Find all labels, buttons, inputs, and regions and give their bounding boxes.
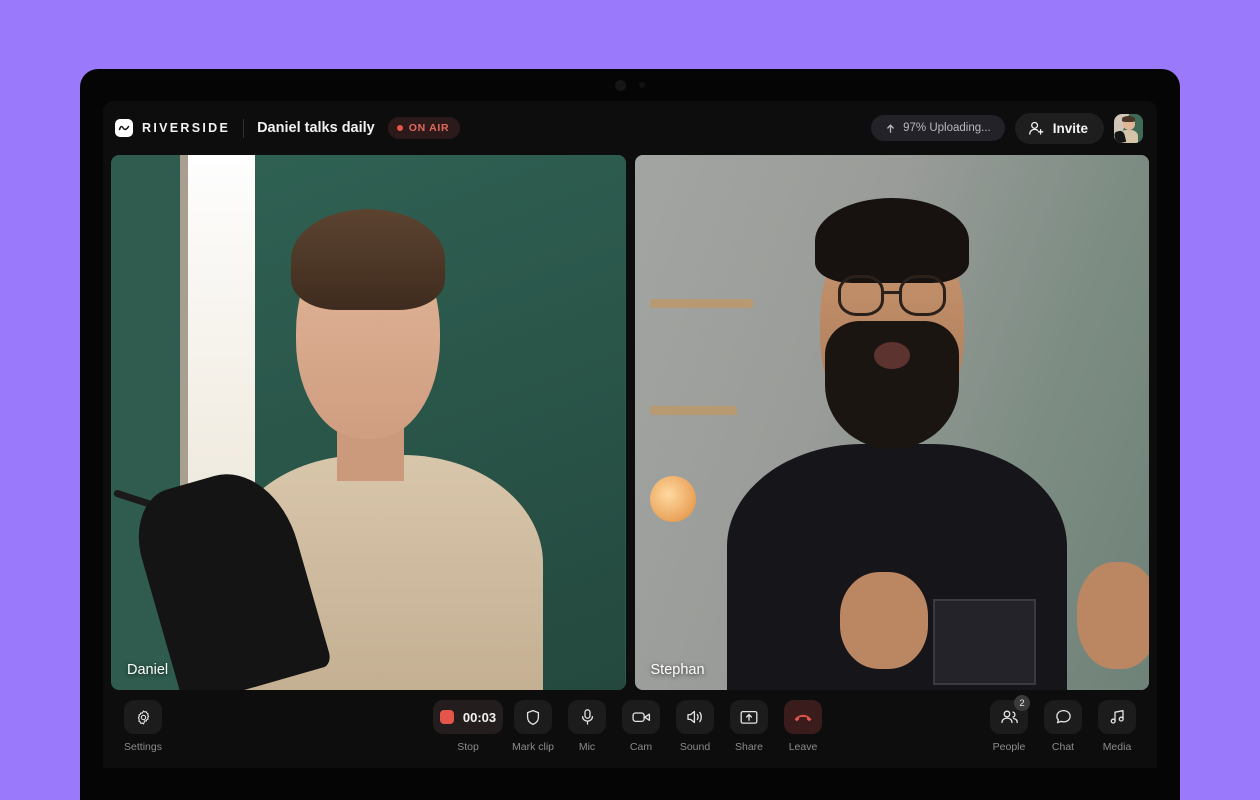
mic-label: Mic xyxy=(579,741,595,753)
upload-status: 97% Uploading... xyxy=(871,115,1005,141)
invite-label: Invite xyxy=(1053,121,1088,136)
share-label: Share xyxy=(735,741,763,753)
tile-bg-box xyxy=(933,599,1036,685)
cam-label: Cam xyxy=(630,741,652,753)
waveform-icon xyxy=(115,119,133,137)
gear-icon xyxy=(124,700,162,734)
speech-bubble-icon xyxy=(1044,700,1082,734)
tile-bg-shelf xyxy=(650,299,753,308)
control-bar: Settings 00:03 Stop xyxy=(103,690,1157,768)
video-tile-daniel[interactable]: Daniel xyxy=(111,155,626,690)
brand-name: RIVERSIDE xyxy=(142,121,230,135)
header-divider xyxy=(243,119,244,138)
participant-glasses-left xyxy=(838,275,884,315)
settings-button[interactable]: Settings xyxy=(117,700,169,753)
people-count-badge: 2 xyxy=(1014,695,1030,711)
control-group-center: 00:03 Stop Mark clip xyxy=(431,700,829,753)
upload-status-text: 97% Uploading... xyxy=(903,122,991,134)
sound-label: Sound xyxy=(680,741,710,753)
participant-hand-left xyxy=(840,572,927,668)
chat-label: Chat xyxy=(1052,741,1074,753)
people-button[interactable]: 2 People xyxy=(983,700,1035,753)
riverside-logo[interactable]: RIVERSIDE xyxy=(115,119,230,137)
video-tile-stephan[interactable]: Stephan xyxy=(635,155,1150,690)
people-label: People xyxy=(993,741,1026,753)
chat-button[interactable]: Chat xyxy=(1037,700,1089,753)
onair-label: ON AIR xyxy=(409,122,450,134)
tile-bg-shelf-lower xyxy=(650,406,737,415)
stop-square-icon xyxy=(440,710,454,724)
riverside-app-window: RIVERSIDE Daniel talks daily ON AIR xyxy=(103,101,1157,768)
participant-hand-right xyxy=(1077,562,1149,669)
speaker-icon xyxy=(676,700,714,734)
cam-button[interactable]: Cam xyxy=(615,700,667,753)
sound-button[interactable]: Sound xyxy=(669,700,721,753)
hang-up-phone-icon xyxy=(784,700,822,734)
invite-button[interactable]: Invite xyxy=(1015,113,1104,144)
mark-clip-label: Mark clip xyxy=(512,741,554,753)
video-camera-icon xyxy=(622,700,660,734)
media-label: Media xyxy=(1103,741,1132,753)
app-header: RIVERSIDE Daniel talks daily ON AIR xyxy=(103,101,1157,155)
tile-bg-window xyxy=(183,155,255,508)
webcam-icon xyxy=(615,80,626,91)
shield-icon xyxy=(514,700,552,734)
participant-mouth xyxy=(874,342,910,369)
leave-button[interactable]: Leave xyxy=(777,700,829,753)
mic-button[interactable]: Mic xyxy=(561,700,613,753)
participant-name-label: Stephan xyxy=(651,662,705,678)
status-badge: ON AIR xyxy=(388,117,461,139)
control-group-left: Settings xyxy=(117,700,169,753)
leave-label: Leave xyxy=(789,741,818,753)
participant-name-label: Daniel xyxy=(127,662,168,678)
avatar[interactable] xyxy=(1114,114,1143,143)
add-person-icon xyxy=(1028,120,1045,137)
participant-hair xyxy=(291,209,445,311)
header-left-group: RIVERSIDE Daniel talks daily ON AIR xyxy=(115,117,460,139)
recording-dot-icon xyxy=(397,125,403,131)
recording-timer: 00:03 xyxy=(463,710,496,725)
settings-label: Settings xyxy=(124,741,162,753)
upload-arrow-icon xyxy=(885,123,896,134)
participant-beard xyxy=(825,321,959,449)
share-button[interactable]: Share xyxy=(723,700,775,753)
music-note-icon xyxy=(1098,700,1136,734)
participant-hair xyxy=(815,198,969,284)
stop-recording-button[interactable]: 00:03 Stop xyxy=(431,700,505,753)
sensor-dot-icon xyxy=(639,82,645,88)
media-button[interactable]: Media xyxy=(1091,700,1143,753)
laptop-bezel xyxy=(80,69,1180,101)
header-right-group: 97% Uploading... Invite xyxy=(871,113,1143,144)
laptop-frame: RIVERSIDE Daniel talks daily ON AIR xyxy=(80,69,1180,800)
mark-clip-button[interactable]: Mark clip xyxy=(507,700,559,753)
tile-bg-lamp xyxy=(650,476,696,522)
microphone-icon xyxy=(568,700,606,734)
control-group-right: 2 People xyxy=(983,700,1143,753)
participant-glasses-right xyxy=(899,275,945,315)
session-title: Daniel talks daily xyxy=(257,120,375,136)
stop-label: Stop xyxy=(457,741,479,753)
screen-share-icon xyxy=(730,700,768,734)
video-stage: Daniel Stephan xyxy=(103,155,1157,690)
participant-glasses-bridge xyxy=(884,291,899,294)
tile-bg-window-frame xyxy=(180,155,188,508)
